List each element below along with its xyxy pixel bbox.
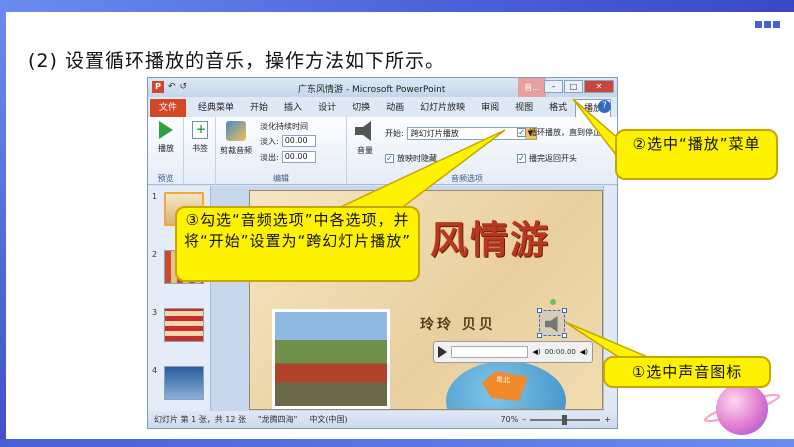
callout-2-pointer	[572, 98, 621, 163]
callout-step-2: ②选中“播放”菜单	[615, 129, 778, 180]
callout-3-pointer	[329, 129, 506, 216]
callout-step-1: ①选中声音图标	[603, 356, 771, 388]
callout-1-pointer	[564, 321, 651, 359]
callout-step-3: ③勾选“音频选项”中各选项，并将“开始”设置为“跨幻灯片播放”	[175, 206, 420, 282]
